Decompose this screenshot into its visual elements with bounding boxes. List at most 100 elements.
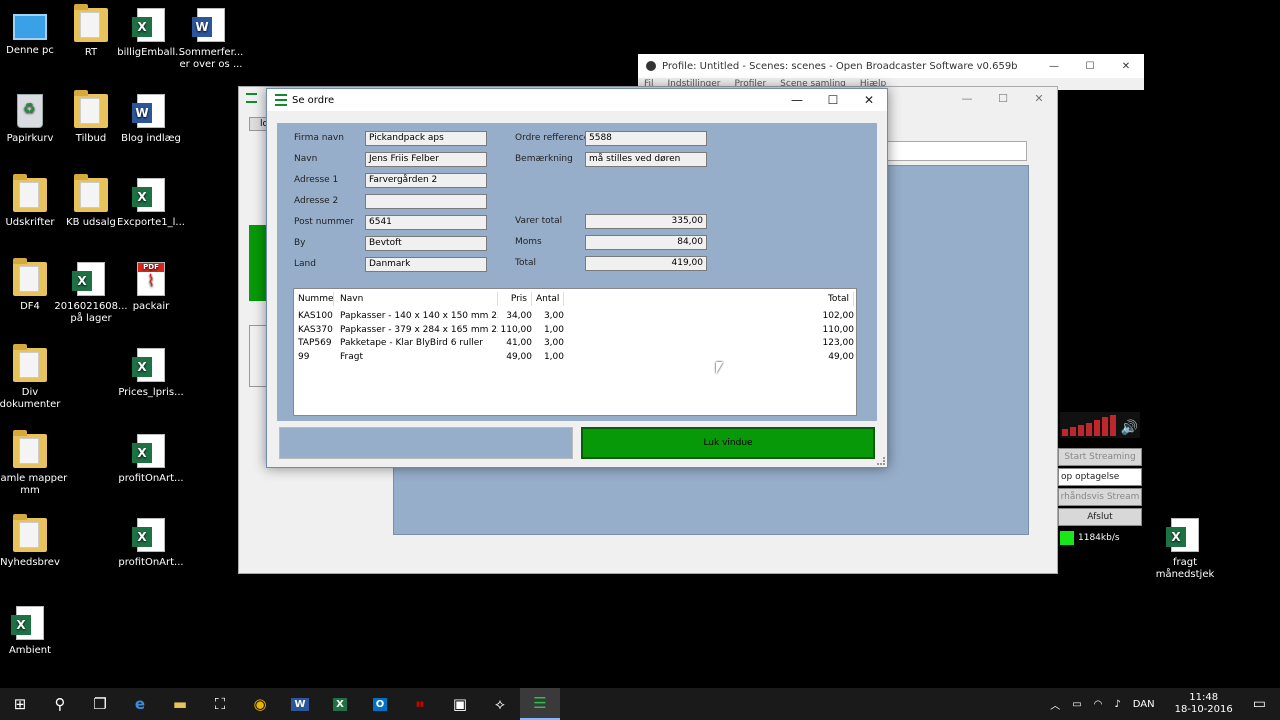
table-row[interactable]: TAP569 Pakketape - Klar BlyBird 6 ruller 4…	[294, 336, 856, 350]
obs-close-button[interactable]: ✕	[1108, 61, 1144, 72]
desktop-icon-20[interactable]: Xfragt månedstjek	[1146, 518, 1224, 581]
field-input[interactable]	[365, 194, 487, 209]
excel-icon[interactable]: X	[320, 688, 360, 720]
desktop-icon-16[interactable]: XprofitOnArt...	[112, 434, 190, 485]
order-window[interactable]: Se ordre — ☐ ✕ Nummer Navn Pris Antal Total K…	[266, 88, 888, 468]
grid-column-header[interactable]: Navn	[336, 292, 498, 306]
field-label: Bemærkning	[515, 154, 573, 164]
desktop-icon-12[interactable]: PDF ⌇ packair	[112, 262, 190, 313]
desktop-icon-17[interactable]: Nyhedsbrev	[0, 514, 69, 569]
desktop-icon-label: fragt månedstjek	[1155, 557, 1215, 580]
tray-chevron-up-icon[interactable]: ︿	[1050, 697, 1060, 712]
chrome-icon[interactable]: ◉	[240, 688, 280, 720]
field-input[interactable]: Pickandpack aps	[365, 131, 487, 146]
table-cell: 49,00	[828, 351, 854, 362]
pc-icon	[13, 14, 47, 40]
order-app-taskbar-icon[interactable]: ☰	[520, 688, 560, 720]
desktop-icon-19[interactable]: X Ambient	[0, 606, 69, 657]
desktop-icon-label: profitOnArt...	[118, 557, 184, 568]
quit-button[interactable]: Afslut	[1058, 508, 1142, 526]
task-view-icon[interactable]: ❐	[80, 688, 120, 720]
file-explorer-icon[interactable]: ▬	[160, 688, 200, 720]
speaker-icon[interactable]: 🔊	[1121, 420, 1138, 436]
field-input[interactable]: 419,00	[585, 256, 707, 271]
field-input[interactable]: 5588	[585, 131, 707, 146]
field-label: Adresse 2	[294, 196, 339, 206]
desktop-icon-6[interactable]: W Blog indlæg	[112, 94, 190, 145]
obs-title: Profile: Untitled - Scenes: scenes - Ope…	[662, 60, 1018, 72]
status-square-icon	[1060, 531, 1074, 545]
table-cell: Fragt	[340, 351, 363, 362]
folder-icon	[13, 174, 47, 212]
desktop-icon-18[interactable]: XprofitOnArt...	[112, 518, 190, 569]
obs-minimize-button[interactable]: —	[1036, 61, 1072, 72]
field-input[interactable]: 335,00	[585, 214, 707, 229]
field-input[interactable]: 84,00	[585, 235, 707, 250]
field-label: Varer total	[515, 216, 563, 226]
desktop-icon-9[interactable]: X Excporte1_l...	[112, 178, 190, 229]
pdf-icon: PDF ⌇	[137, 262, 165, 296]
close-window-button[interactable]: Luk vindue	[581, 427, 875, 459]
desktop-icon-13[interactable]: Div dokumenter	[0, 344, 69, 411]
obs-volume-meter: 🔊	[1060, 412, 1140, 438]
start-streaming-button[interactable]: Start Streaming	[1058, 448, 1142, 466]
field-label: Ordre refference	[515, 133, 590, 143]
desktop-icon-label: Prices_lpris...	[118, 387, 184, 398]
taskbar: ⊞ ⚲ ❐ e ▬ ⛶ ◉ W X O ▮▮ ▣ ⟡ ☰ ︿ ▭ ◠ ♪ DAN…	[0, 688, 1280, 720]
empty-button[interactable]	[279, 427, 573, 459]
close-button[interactable]: ✕	[851, 89, 887, 111]
store-icon[interactable]: ⛶	[200, 688, 240, 720]
order-lines-grid[interactable]: Nummer Navn Pris Antal Total KAS100 Papkasser …	[293, 288, 857, 416]
language-indicator[interactable]: DAN	[1133, 699, 1155, 710]
field-input[interactable]: Danmark	[365, 257, 487, 272]
wifi-icon[interactable]: ◠	[1094, 699, 1103, 710]
desktop-icon-15[interactable]: Gamle mapper mm	[0, 430, 69, 497]
grid-column-header[interactable]: Nummer	[294, 292, 334, 306]
desktop-icon-3[interactable]: W Sommerfer... er over os ...	[172, 8, 250, 71]
notification-icon[interactable]: ▭	[1253, 696, 1266, 712]
resize-grip-icon[interactable]	[877, 457, 885, 465]
table-row[interactable]: KAS370 Papkasser - 379 x 284 x 165 mm 25 …	[294, 323, 856, 337]
table-row[interactable]: KAS100 Papkasser - 140 x 140 x 150 mm 25 …	[294, 309, 856, 323]
clock[interactable]: 11:48 18-10-2016	[1175, 692, 1233, 716]
grid-column-header[interactable]: Total	[560, 292, 854, 306]
preview-stream-button[interactable]: rhåndsvis Stream	[1058, 488, 1142, 506]
edge-icon[interactable]: e	[120, 688, 160, 720]
stop-recording-button[interactable]: op optagelse	[1058, 468, 1142, 486]
field-input[interactable]: må stilles ved døren	[585, 152, 707, 167]
table-cell: 3,00	[543, 311, 564, 321]
maximize-button[interactable]: ☐	[815, 89, 851, 111]
excel-icon: X	[72, 262, 105, 296]
table-row[interactable]: 99 Fragt 49,00 1,00 49,00	[294, 350, 856, 364]
search-icon[interactable]: ⚲	[40, 688, 80, 720]
grid-column-header[interactable]: Pris	[494, 292, 532, 306]
bg-search-input[interactable]	[887, 141, 1027, 161]
table-cell: 3,00	[543, 338, 564, 348]
window-titlebar[interactable]: Se ordre — ☐ ✕	[267, 89, 887, 111]
obs-titlebar[interactable]: Profile: Untitled - Scenes: scenes - Ope…	[638, 54, 1144, 78]
app-window-icon[interactable]: ▣	[440, 688, 480, 720]
battery-icon[interactable]: ▭	[1072, 699, 1081, 710]
field-input[interactable]: 6541	[365, 215, 487, 230]
field-input[interactable]: Farvergården 2	[365, 173, 487, 188]
outlook-icon[interactable]: O	[360, 688, 400, 720]
bg-close-button[interactable]: ✕	[1021, 92, 1057, 105]
field-input[interactable]: Bevtoft	[365, 236, 487, 251]
minimize-button[interactable]: —	[779, 89, 815, 111]
volume-icon[interactable]: ♪	[1114, 699, 1120, 710]
word-icon[interactable]: W	[280, 688, 320, 720]
desktop-icon-label: packair	[132, 301, 170, 312]
excel-icon: X	[1166, 518, 1199, 552]
folder-icon	[74, 174, 108, 212]
table-cell: Pakketape - Klar BlyBird 6 ruller	[340, 338, 483, 348]
start-windows-icon[interactable]: ⊞	[0, 688, 40, 720]
desktop-icon-14[interactable]: X Prices_lpris...	[112, 348, 190, 399]
tool-icon[interactable]: ⟡	[480, 688, 520, 720]
table-cell: Papkasser - 379 x 284 x 165 mm 25 stk	[340, 324, 498, 335]
obs-maximize-button[interactable]: ☐	[1072, 61, 1108, 72]
field-input[interactable]: Jens Friis Felber	[365, 152, 487, 167]
obs-taskbar-icon[interactable]: ▮▮	[400, 688, 440, 720]
bg-minimize-button[interactable]: —	[949, 92, 985, 105]
bg-maximize-button[interactable]: ☐	[985, 92, 1021, 105]
mouse-cursor-icon	[716, 362, 723, 374]
